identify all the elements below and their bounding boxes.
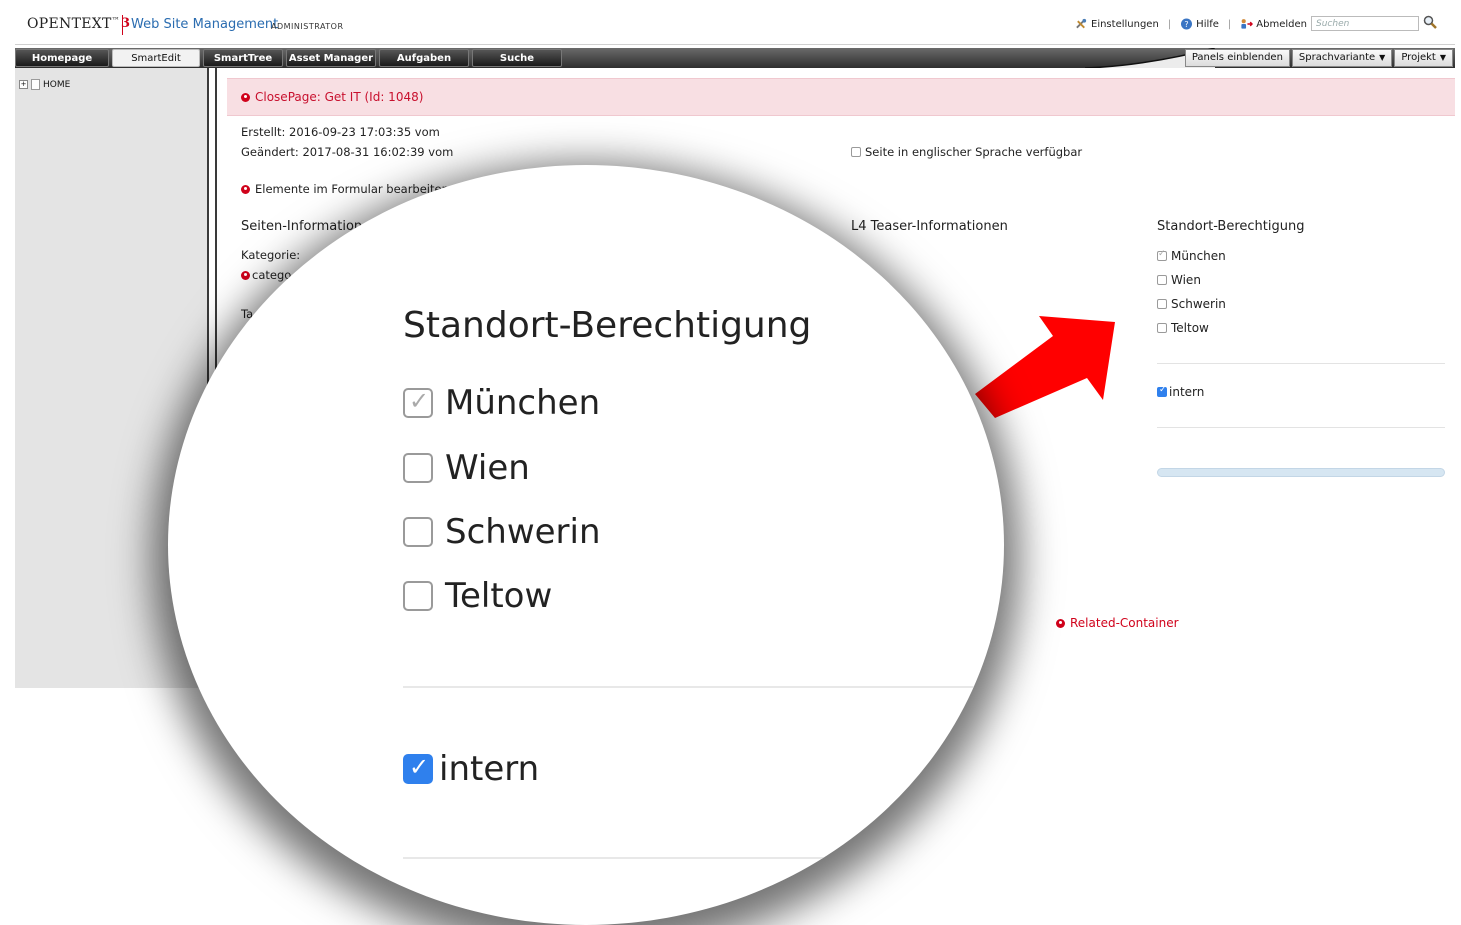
tools-icon <box>1076 18 1087 29</box>
magnified-location-heading: Standort-Berechtigung <box>403 305 812 346</box>
user-role: ADMINISTRATOR <box>271 22 344 31</box>
location-munich[interactable]: München <box>1157 249 1226 263</box>
search-input[interactable]: Suchen <box>1311 16 1419 31</box>
logout-label: Abmelden <box>1256 18 1307 30</box>
tree-item-home[interactable]: + HOME <box>19 79 70 90</box>
magnified-schwerin-checkbox[interactable] <box>403 517 433 547</box>
magnifier-content: Standort-Berechtigung München Wien Schwe… <box>168 165 1004 925</box>
magnified-schwerin-label: Schwerin <box>445 512 601 552</box>
location-permission-heading: Standort-Berechtigung <box>1157 219 1305 234</box>
brand-trademark: ™ <box>111 16 120 25</box>
intern-checkbox[interactable] <box>1157 385 1167 397</box>
magnified-intern-option[interactable]: intern <box>403 749 539 789</box>
tab-aufgaben[interactable]: Aufgaben <box>379 49 469 67</box>
magnified-location-munich[interactable]: München <box>403 383 600 423</box>
vienna-label: Wien <box>1171 273 1201 287</box>
tab-asset-manager[interactable]: Asset Manager <box>286 49 376 67</box>
magnified-munich-label: München <box>445 383 601 423</box>
magnified-teltow-checkbox[interactable] <box>403 581 433 611</box>
magnified-intern-label: intern <box>439 749 540 789</box>
logout-link[interactable]: Abmelden <box>1240 18 1307 30</box>
top-header: OPENTEXT™3 Web Site Management ADMINISTR… <box>15 6 1455 45</box>
teltow-checkbox[interactable] <box>1157 323 1167 333</box>
magnified-intern-checkbox[interactable] <box>403 753 433 784</box>
english-available-row[interactable]: Seite in englischer Sprache verfügbar <box>851 145 1082 159</box>
munich-label: München <box>1171 249 1226 263</box>
intern-label: intern <box>1169 385 1205 399</box>
logout-icon <box>1241 19 1254 29</box>
section-divider <box>1157 427 1445 428</box>
chevron-down-icon: ▼ <box>1439 53 1446 62</box>
tab-smartedit[interactable]: SmartEdit <box>112 49 200 67</box>
link-separator: | <box>1227 18 1232 30</box>
expand-icon[interactable]: + <box>19 80 28 89</box>
search-icon[interactable] <box>1423 15 1437 29</box>
panels-button[interactable]: Panels einblenden <box>1184 49 1290 67</box>
magnified-munich-checkbox[interactable] <box>403 387 433 418</box>
page-title[interactable]: ClosePage: Get IT (Id: 1048) <box>241 90 423 104</box>
header-links: Einstellungen | ? Hilfe | Abmelden <box>1075 18 1307 30</box>
tab-suche[interactable]: Suche <box>472 49 562 67</box>
chevron-down-icon: ▼ <box>1379 53 1386 62</box>
english-available-checkbox[interactable] <box>851 147 861 157</box>
project-dropdown[interactable]: Projekt ▼ <box>1394 49 1453 67</box>
location-vienna[interactable]: Wien <box>1157 273 1201 287</box>
language-variant-label: Sprachvariante <box>1298 52 1376 63</box>
brand-name: OPENTEXT <box>27 16 112 32</box>
teltow-label: Teltow <box>1171 321 1209 335</box>
opentext-logo: OPENTEXT™3 <box>27 16 130 32</box>
related-container-link[interactable]: Related-Container <box>1056 616 1179 630</box>
tab-homepage[interactable]: Homepage <box>15 49 109 67</box>
tab-smarttree[interactable]: SmartTree <box>203 49 283 67</box>
page-header-bar: ClosePage: Get IT (Id: 1048) <box>227 78 1455 116</box>
magnified-location-schwerin[interactable]: Schwerin <box>403 512 601 552</box>
changed-info: Geändert: 2017-08-31 16:02:39 vom <box>241 145 454 159</box>
magnified-vienna-label: Wien <box>445 448 530 488</box>
magnified-divider <box>403 686 1003 688</box>
created-info: Erstellt: 2016-09-23 17:03:35 vom <box>241 125 440 139</box>
main-navigation: Homepage SmartEdit SmartTree Asset Manag… <box>15 48 1455 68</box>
section-divider <box>1157 363 1445 364</box>
link-separator: | <box>1167 18 1172 30</box>
location-teltow[interactable]: Teltow <box>1157 321 1209 335</box>
nav-tabs: Homepage SmartEdit SmartTree Asset Manag… <box>15 49 562 67</box>
magnified-teltow-label: Teltow <box>445 576 553 616</box>
page-title-text: ClosePage: Get IT (Id: 1048) <box>255 90 424 104</box>
progress-bar <box>1157 468 1445 477</box>
brand-divider <box>122 15 123 35</box>
help-icon: ? <box>1181 18 1193 30</box>
magnified-vienna-checkbox[interactable] <box>403 453 433 483</box>
schwerin-label: Schwerin <box>1171 297 1226 311</box>
related-container-label: Related-Container <box>1070 616 1179 630</box>
edit-icon <box>1056 618 1065 628</box>
help-label: Hilfe <box>1196 18 1219 30</box>
vienna-checkbox[interactable] <box>1157 275 1167 285</box>
product-name: Web Site Management <box>131 17 279 32</box>
language-variant-dropdown[interactable]: Sprachvariante ▼ <box>1291 49 1393 67</box>
settings-link[interactable]: Einstellungen <box>1075 18 1159 30</box>
page-icon <box>31 79 40 90</box>
magnifier-callout: Standort-Berechtigung München Wien Schwe… <box>168 165 1004 925</box>
intern-option[interactable]: intern <box>1157 385 1204 399</box>
tree-item-label: HOME <box>43 79 71 90</box>
munich-checkbox[interactable] <box>1157 249 1167 261</box>
project-label: Projekt <box>1401 52 1436 63</box>
nav-right-buttons: Panels einblenden Sprachvariante ▼ Projek… <box>1184 49 1453 67</box>
help-link[interactable]: ? Hilfe <box>1180 18 1219 30</box>
svg-text:?: ? <box>1185 20 1189 29</box>
magnified-divider <box>403 857 1003 859</box>
location-schwerin[interactable]: Schwerin <box>1157 297 1226 311</box>
schwerin-checkbox[interactable] <box>1157 299 1167 309</box>
magnified-location-vienna[interactable]: Wien <box>403 448 530 488</box>
settings-label: Einstellungen <box>1091 18 1159 30</box>
magnified-location-teltow[interactable]: Teltow <box>403 576 552 616</box>
english-available-label: Seite in englischer Sprache verfügbar <box>865 145 1083 159</box>
edit-page-icon[interactable] <box>241 92 250 102</box>
